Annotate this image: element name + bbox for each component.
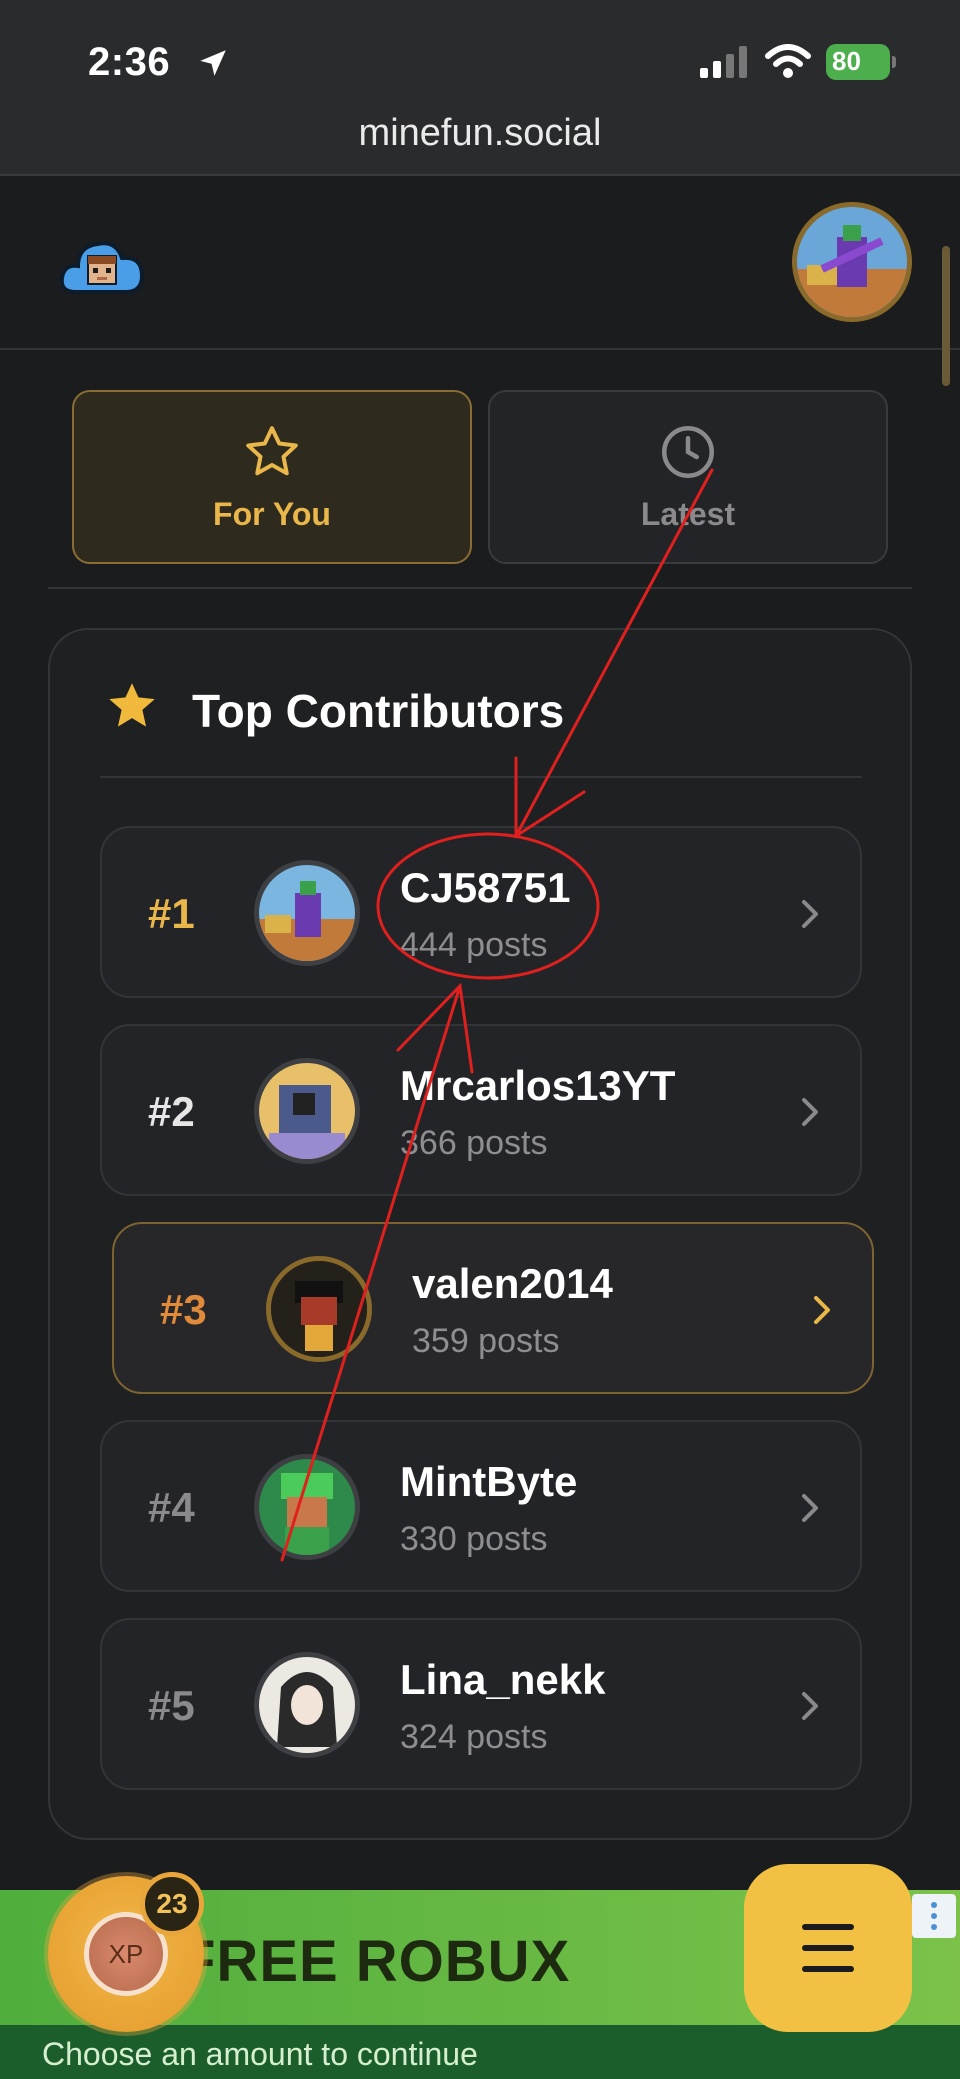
post-count: 330 posts (400, 1520, 548, 1558)
section-title: Top Contributors (192, 685, 565, 737)
cellular-signal-icon (700, 46, 747, 78)
tab-for-you-label: For You (213, 496, 331, 532)
username: CJ58751 (400, 864, 571, 911)
avatar (254, 1454, 360, 1560)
rank-label: #1 (148, 890, 195, 937)
status-time: 2:36 (88, 40, 171, 84)
chevron-right-icon (814, 1296, 830, 1324)
ad-subtext: Choose an amount to continue (42, 2036, 478, 2072)
post-count: 444 posts (400, 926, 548, 964)
section-divider (100, 776, 862, 778)
avatar (254, 860, 360, 966)
cloud-logo-icon[interactable] (58, 234, 146, 298)
star-icon (246, 426, 298, 476)
avatar (254, 1652, 360, 1758)
contributor-row-4[interactable]: #4 MintByte 330 posts (100, 1420, 862, 1592)
battery-level: 80 (832, 46, 861, 76)
post-count: 359 posts (412, 1322, 560, 1360)
rank-label: #2 (148, 1088, 195, 1135)
tab-latest[interactable]: Latest (488, 390, 888, 564)
tab-latest-label: Latest (640, 496, 736, 532)
chevron-right-icon (802, 1098, 818, 1126)
chevron-right-icon (802, 1692, 818, 1720)
xp-count-badge: 23 (140, 1872, 204, 1936)
contributor-row-2[interactable]: #2 Mrcarlos13YT 366 posts (100, 1024, 862, 1196)
url-bar[interactable]: minefun.social (0, 112, 960, 155)
ad-headline: FREE ROBUX (180, 1929, 571, 1994)
status-bar: 2:36 80 minefun.social (0, 0, 960, 176)
wifi-icon (765, 44, 811, 78)
username: Lina_nekk (400, 1656, 606, 1703)
post-count: 366 posts (400, 1124, 548, 1162)
post-count: 324 posts (400, 1718, 548, 1756)
username: valen2014 (412, 1260, 613, 1307)
app-header (0, 178, 960, 350)
rank-label: #4 (148, 1484, 195, 1531)
menu-button[interactable] (744, 1864, 912, 2032)
tab-for-you[interactable]: For You (72, 390, 472, 564)
xp-label: XP (108, 1939, 144, 1969)
tabs-divider (48, 587, 912, 589)
username: MintByte (400, 1458, 578, 1505)
top-contributors-card: Top Contributors #1 CJ58751 444 posts #2 (48, 628, 912, 1840)
chevron-right-icon (802, 900, 818, 928)
rank-label: #5 (148, 1682, 195, 1729)
contributor-row-5[interactable]: #5 Lina_nekk 324 posts (100, 1618, 862, 1790)
avatar (266, 1256, 372, 1362)
star-icon (109, 683, 155, 727)
hamburger-icon (802, 1924, 854, 1930)
chevron-right-icon (802, 1494, 818, 1522)
page-scrollbar[interactable] (942, 246, 950, 386)
profile-avatar[interactable] (792, 202, 912, 322)
clock-icon (662, 426, 714, 478)
contributor-row-3[interactable]: #3 valen2014 359 posts (112, 1222, 874, 1394)
battery-icon: 80 (826, 44, 896, 80)
location-arrow-icon (200, 50, 226, 76)
rank-label: #3 (160, 1286, 207, 1333)
contributor-row-1[interactable]: #1 CJ58751 444 posts (100, 826, 862, 998)
avatar (254, 1058, 360, 1164)
ad-options-icon[interactable] (912, 1894, 956, 1938)
username: Mrcarlos13YT (400, 1062, 676, 1109)
